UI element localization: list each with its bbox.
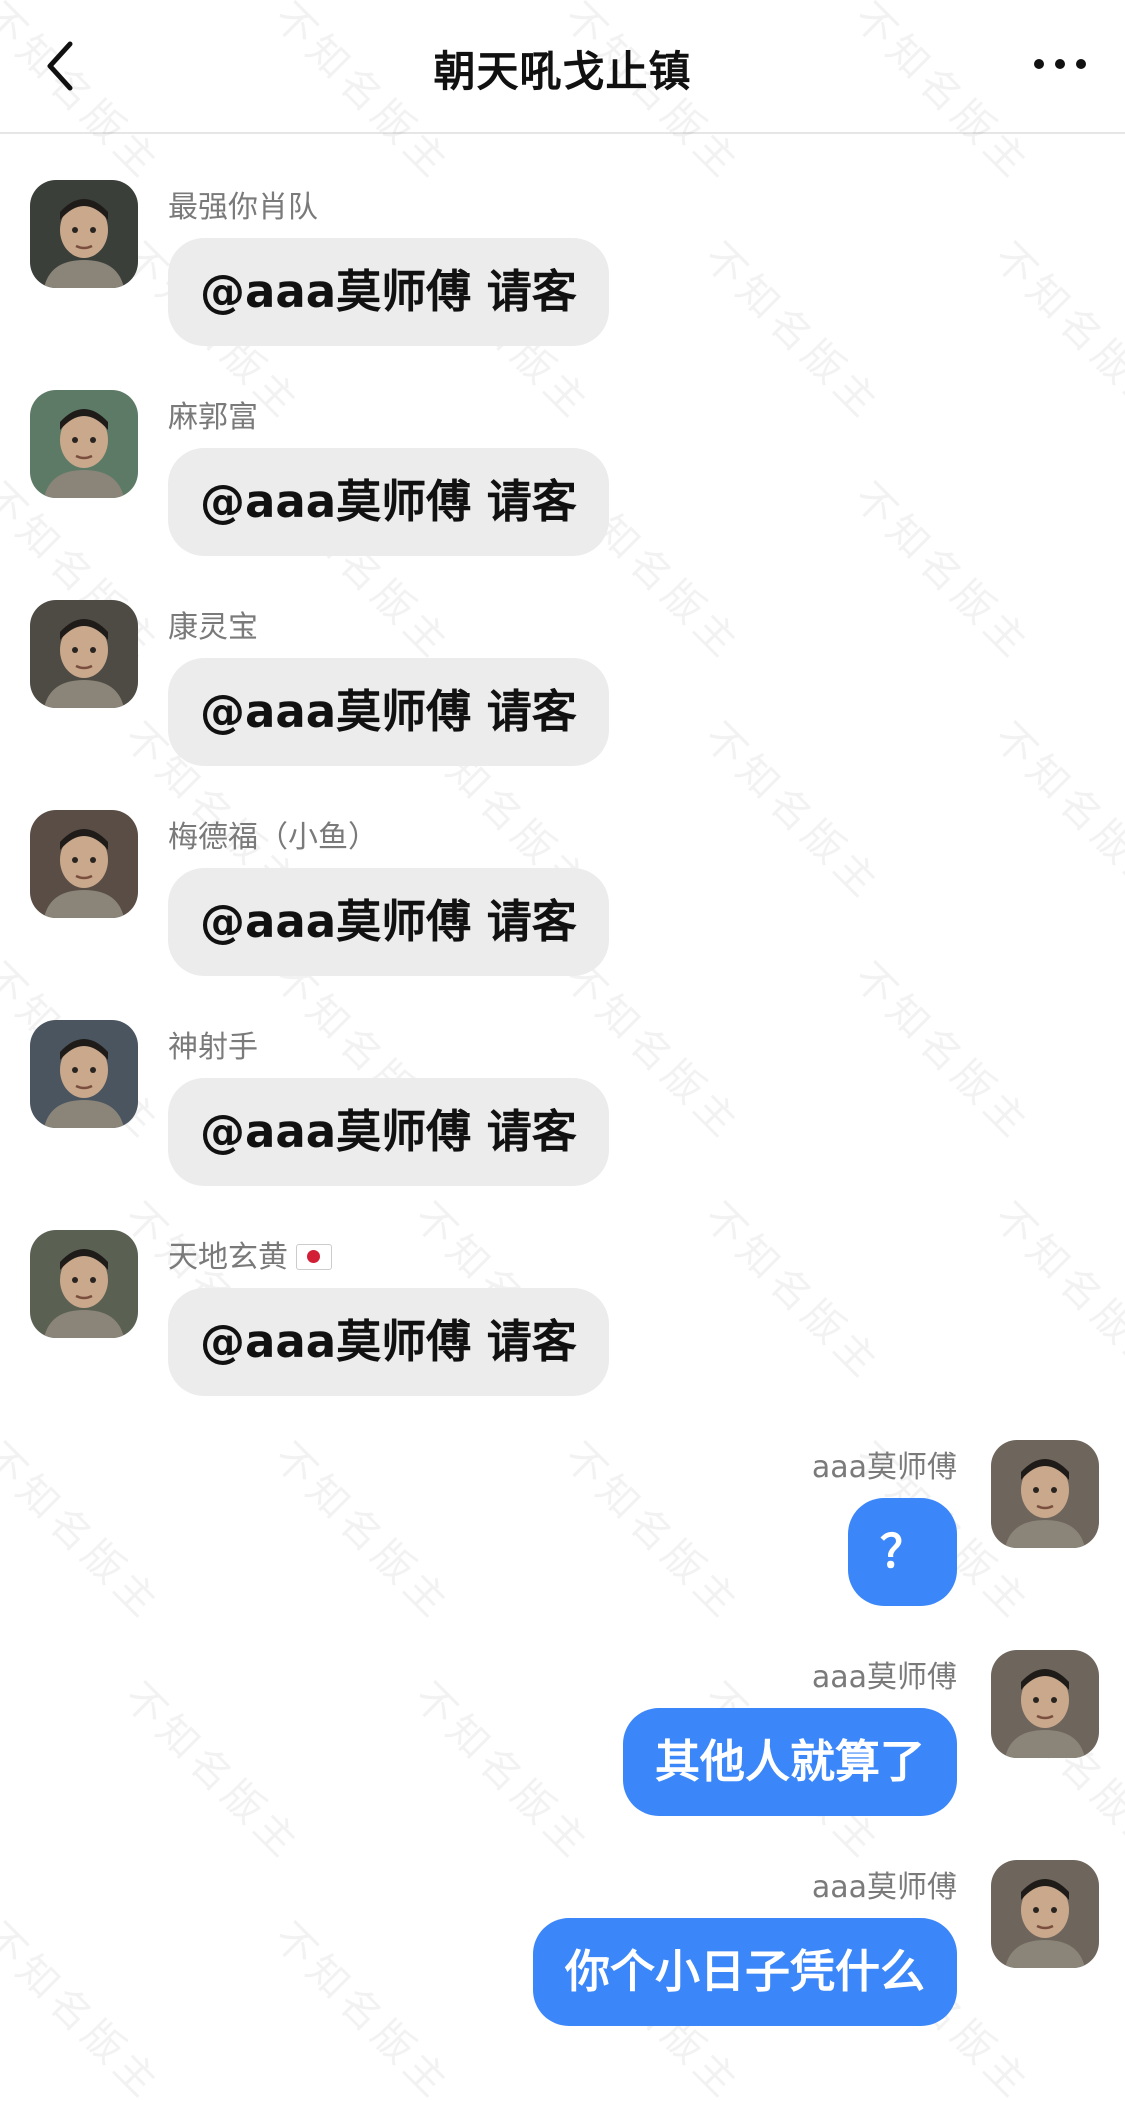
avatar[interactable] [30,1020,138,1128]
chat-header: 朝天吼戈止镇 [0,0,1125,134]
message-right: aaa莫师傅 你个小日子凭什么 [399,1860,1099,2030]
watermark-text: 不知名版主 [694,234,890,430]
watermark-text: 不知名版主 [694,1194,890,1390]
message-bubble[interactable]: 其他人就算了 [622,1708,957,1816]
message-bubble[interactable]: @aaa莫师傅 请客 [168,658,609,766]
sender-name-text: 天地玄黄 [168,1240,288,1275]
message-right: aaa莫师傅 其他人就算了 [399,1650,1099,1820]
avatar[interactable] [30,600,138,708]
message-bubble[interactable]: ？ [847,1498,957,1606]
watermark-text: 不知名版主 [844,474,1040,670]
sender-name: aaa莫师傅 [811,1450,957,1485]
watermark-text: 不知名版主 [694,714,890,910]
watermark-text: 不知名版主 [984,1194,1125,1390]
avatar[interactable] [991,1650,1099,1758]
chat-title: 朝天吼戈止镇 [433,47,692,96]
sender-name: 梅德福（小鱼） [168,820,378,855]
message-bubble[interactable]: @aaa莫师傅 请客 [168,868,609,976]
avatar[interactable] [991,1860,1099,1968]
avatar[interactable] [30,810,138,918]
watermark-text: 不知名版主 [0,1434,170,1630]
avatar[interactable] [30,1230,138,1338]
message-bubble[interactable]: @aaa莫师傅 请客 [168,448,609,556]
sender-name: 康灵宝 [168,610,258,645]
sender-name: 麻郭富 [168,400,258,435]
message-bubble[interactable]: 你个小日子凭什么 [532,1918,957,2026]
watermark-text: 不知名版主 [114,1674,310,1870]
avatar[interactable] [991,1440,1099,1548]
sender-name: aaa莫师傅 [811,1660,957,1695]
avatar[interactable] [30,390,138,498]
watermark-text: 不知名版主 [844,954,1040,1150]
message-bubble[interactable]: @aaa莫师傅 请客 [168,1288,609,1396]
watermark-text: 不知名版主 [984,234,1125,430]
watermark-text: 不知名版主 [0,1914,170,2101]
sender-name: 最强你肖队 [168,190,318,225]
sender-name: aaa莫师傅 [811,1870,957,1905]
more-horizontal-icon[interactable] [1031,56,1089,72]
message-bubble[interactable]: @aaa莫师傅 请客 [168,238,609,346]
sender-name: 天地玄黄 [168,1232,332,1276]
sender-name: 神射手 [168,1030,258,1065]
japan-flag-icon [296,1244,332,1270]
message-right: aaa莫师傅 ？ [399,1440,1099,1610]
message-bubble[interactable]: @aaa莫师傅 请客 [168,1078,609,1186]
avatar[interactable] [30,180,138,288]
watermark-text: 不知名版主 [984,714,1125,910]
